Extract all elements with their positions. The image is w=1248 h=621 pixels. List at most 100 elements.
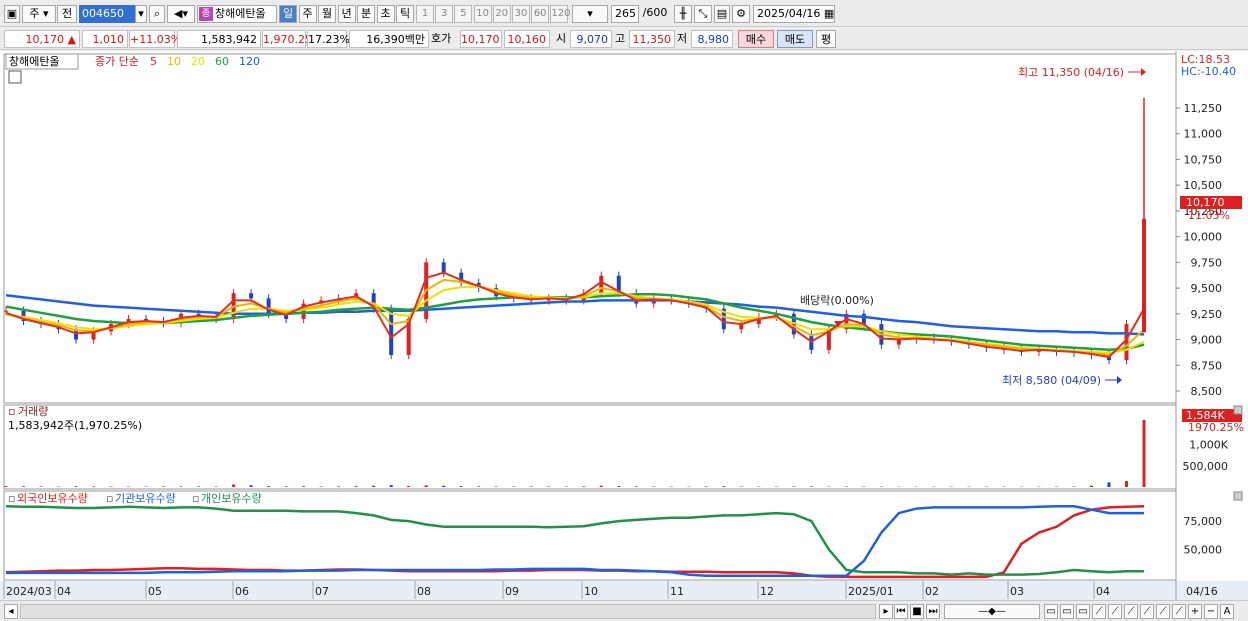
chart-svg[interactable]: 11,25011,00010,75010,50010,25010,0009,75…	[0, 51, 1248, 600]
volume-bar	[704, 486, 708, 487]
period-select[interactable]: 주 ▾	[22, 5, 56, 23]
eval-button[interactable]: 평	[816, 30, 836, 48]
high-price: 11,350	[629, 30, 675, 48]
draw-icon-5[interactable]: ⟋	[1156, 604, 1170, 619]
minute-option-60[interactable]: 60	[531, 5, 550, 23]
scroll-right-icon[interactable]: ▸	[879, 604, 893, 619]
high-label: 고	[615, 32, 626, 45]
candle-body	[441, 262, 446, 273]
draw-icon-4[interactable]: ⟋	[1140, 604, 1154, 619]
custom-minute-select[interactable]: ▾	[572, 5, 608, 23]
interval-tab-4[interactable]: 분	[357, 5, 375, 23]
volume-bar	[1089, 485, 1093, 487]
date-input[interactable]: 2025/04/16 ▦	[753, 5, 835, 23]
candle-icon[interactable]: ╫	[674, 5, 692, 23]
volume-bar	[599, 485, 603, 487]
trade-amount: 16,390백만	[349, 30, 429, 48]
speaker-icon[interactable]: ◀▾	[167, 5, 195, 23]
volume-bar	[284, 486, 288, 487]
x-label-9: 12	[760, 585, 774, 598]
horizontal-scrollbar[interactable]	[20, 604, 876, 619]
zoom-in-icon[interactable]: +	[1188, 604, 1202, 619]
line-tool-icon[interactable]: ⤡	[694, 5, 712, 23]
sell-button[interactable]: 매도	[777, 30, 813, 48]
minute-option-10[interactable]: 10	[473, 5, 492, 23]
volume-tick-0: 1,000K	[1189, 439, 1228, 452]
bid-price: 10,170	[460, 30, 502, 48]
settings-gear-icon[interactable]: ⚙	[732, 5, 750, 23]
candle-body	[4, 310, 8, 312]
minute-option-30[interactable]: 30	[512, 5, 530, 23]
code-dropdown-icon[interactable]: ▾	[135, 5, 147, 23]
volume-bar	[424, 485, 428, 487]
hc-label: HC:-10.40	[1181, 65, 1236, 78]
open-label: 시	[556, 32, 567, 45]
draw-icon-3[interactable]: ⟋	[1124, 604, 1138, 619]
chart-area[interactable]: 11,250 11,000 10,750 10,500 10,250 10,000 9,75…	[0, 51, 1248, 621]
buy-button[interactable]: 매수	[738, 30, 774, 48]
stock-code-input[interactable]: 004650	[79, 5, 135, 23]
count-input[interactable]: 265	[611, 5, 639, 23]
zoom-out-icon[interactable]: −	[1204, 604, 1218, 619]
last-candle-body	[1142, 219, 1146, 333]
interval-tab-0[interactable]: 일	[279, 5, 297, 23]
draw-icon-2[interactable]: ⟋	[1108, 604, 1122, 619]
interval-tab-2[interactable]: 월	[318, 5, 336, 23]
holding-tick-1: 50,000	[1184, 544, 1223, 557]
layout-icon-1[interactable]: ▭	[1044, 604, 1058, 619]
top-toolbar: ▣ 주 ▾ 전 004650 ▾ ⌕ ◀▾ 종 창해에탄올 일주월년분초틱 135…	[0, 0, 1248, 27]
scroll-left-icon[interactable]: ◂	[4, 604, 18, 619]
bottom-toolbar: ◂ ▸ ⏮ ■ ⏭ —◆— ▭ ▭ ▭ ⟋ ⟋ ⟋ ⟋ ⟋ ⟋ + − A	[0, 600, 1248, 621]
panel-frame-2	[3, 490, 1177, 581]
legend-ma-120: 120	[239, 55, 260, 68]
search-icon[interactable]: ⌕	[149, 5, 165, 23]
last-price-tag: 10,170	[1186, 196, 1225, 209]
legend-ma-10: 10	[167, 55, 181, 68]
minute-option-3[interactable]: 3	[435, 5, 454, 23]
x-label-12: 03	[1010, 585, 1024, 598]
volume-bar	[459, 486, 463, 487]
stock-name-field[interactable]: 종 창해에탄올	[197, 5, 277, 23]
legend-ma-60: 60	[215, 55, 229, 68]
text-tool-icon[interactable]: A	[1220, 604, 1234, 619]
x-label-5: 08	[417, 585, 431, 598]
minute-option-5[interactable]: 5	[454, 5, 473, 23]
current-price: 10,170 ▲	[4, 30, 80, 48]
interval-tab-3[interactable]: 년	[337, 5, 356, 23]
interval-tab-6[interactable]: 틱	[396, 5, 414, 23]
calendar-icon[interactable]: ▦	[824, 7, 834, 20]
volume-bar	[372, 485, 376, 487]
draw-icon-1[interactable]: ⟋	[1092, 604, 1106, 619]
price-tick-label-3: 10,500	[1184, 179, 1223, 192]
x-label-2: 05	[148, 585, 162, 598]
interval-tabs: 일주월년분초틱	[279, 5, 415, 23]
candle-body	[249, 293, 254, 299]
table-toggle-icon[interactable]	[8, 70, 22, 84]
minute-option-20[interactable]: 20	[492, 5, 511, 23]
prev-button[interactable]: 전	[57, 5, 77, 23]
volume-bar	[109, 486, 113, 487]
layout-icon-3[interactable]: ▭	[1076, 604, 1090, 619]
interval-tab-5[interactable]: 초	[376, 5, 395, 23]
forward-icon[interactable]: ⏭	[926, 604, 940, 619]
panel-frame-1	[3, 404, 1177, 490]
holding-legend-0: 외국인보유수량	[17, 492, 88, 505]
volume-bar	[442, 485, 446, 487]
legend-ma-label: 종가 단순	[95, 55, 139, 68]
x-label-13: 04	[1096, 585, 1110, 598]
stop-icon[interactable]: ■	[910, 604, 924, 619]
window-menu-icon[interactable]: ▣	[4, 5, 20, 23]
interval-tab-1[interactable]: 주	[298, 5, 317, 23]
minute-option-1[interactable]: 1	[416, 5, 434, 23]
minute-option-120[interactable]: 120	[550, 5, 570, 23]
volume-bar	[1124, 481, 1128, 487]
panel-frame-0	[3, 53, 1177, 404]
volume-last-pct: 1970.25%	[1188, 421, 1244, 434]
last-pct-tag: 11.03%	[1188, 209, 1230, 222]
rewind-icon[interactable]: ⏮	[894, 604, 908, 619]
save-icon[interactable]: ▤	[714, 5, 730, 23]
layout-icon-2[interactable]: ▭	[1060, 604, 1074, 619]
zoom-slider[interactable]: —◆—	[944, 604, 1040, 619]
volume-bar	[302, 486, 306, 487]
draw-icon-6[interactable]: ⟋	[1172, 604, 1186, 619]
